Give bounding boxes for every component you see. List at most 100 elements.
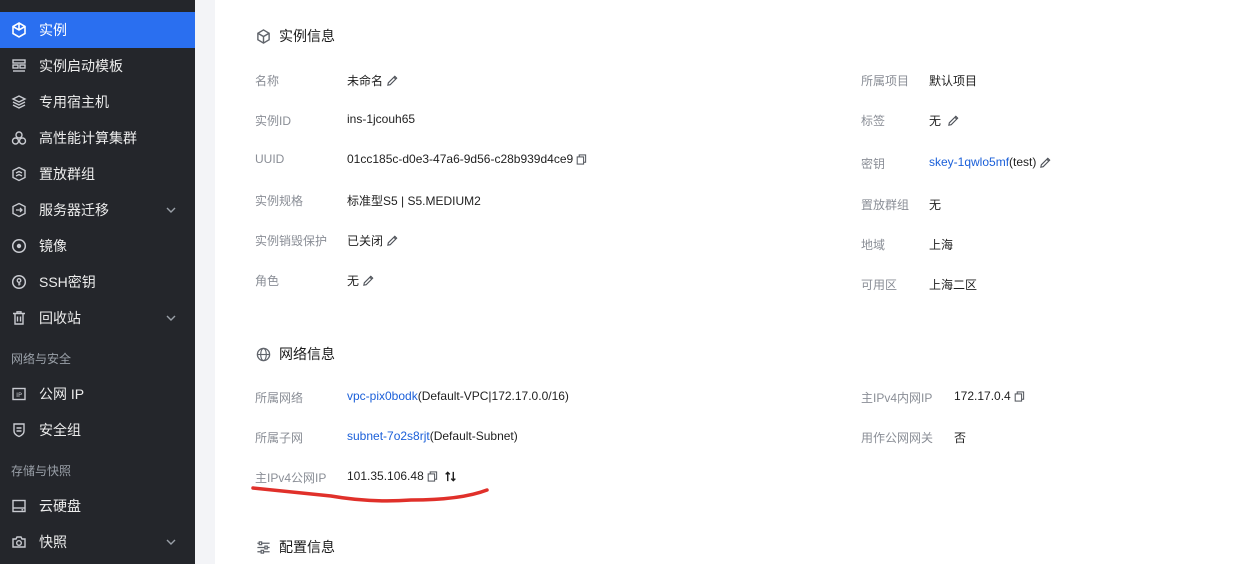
- termination-protection-value: 已关闭: [347, 234, 384, 248]
- field-value-uuid: 01cc185c-d0e3-47a6-9d56-c28b939d4ce9: [347, 152, 587, 166]
- sidebar-item-placement-group[interactable]: 置放群组: [0, 156, 195, 192]
- cluster-icon: [10, 129, 28, 147]
- uuid-value: 01cc185c-d0e3-47a6-9d56-c28b939d4ce9: [347, 152, 574, 166]
- subnet-link[interactable]: subnet-7o2s8rjt: [347, 429, 430, 443]
- placement-group-value: 无: [929, 198, 942, 212]
- sidebar-item-label: 高性能计算集群: [39, 130, 137, 146]
- edit-icon[interactable]: [1039, 156, 1052, 169]
- name-value: 未命名: [347, 74, 384, 88]
- sidebar-item-label: 实例启动模板: [39, 58, 123, 74]
- sidebar-item-cloud-disk[interactable]: 云硬盘: [0, 488, 195, 524]
- instance-id-value: ins-1jcouh65: [347, 112, 416, 126]
- disk-icon: [10, 497, 28, 515]
- section-title-text: 配置信息: [279, 539, 335, 555]
- nav-group-storage-snapshot: 存储与快照: [11, 464, 72, 478]
- svg-text:IP: IP: [16, 391, 22, 399]
- chevron-down-icon[interactable]: [165, 203, 177, 221]
- field-label-vpc: 所属网络: [255, 391, 304, 405]
- template-icon: [10, 57, 28, 75]
- field-value-placement-group: 无: [929, 196, 941, 213]
- ip-icon: IP: [10, 385, 28, 403]
- edit-icon[interactable]: [386, 234, 399, 247]
- sidebar-item-launch-template[interactable]: 实例启动模板: [0, 48, 195, 84]
- globe-icon: [255, 346, 271, 362]
- field-label-instance-id: 实例ID: [255, 114, 292, 128]
- copy-icon[interactable]: [1014, 390, 1025, 402]
- cube-icon: [255, 28, 271, 44]
- ssh-key-link[interactable]: skey-1qwlo5mf: [929, 155, 1009, 169]
- sidebar-item-label: 快照: [39, 534, 67, 550]
- sidebar-item-label: 公网 IP: [39, 386, 85, 402]
- sidebar-item-security-group[interactable]: 安全组: [0, 412, 195, 448]
- shield-icon: [10, 421, 28, 439]
- migrate-icon: [10, 201, 28, 219]
- sidebar-item-label: 云硬盘: [39, 498, 81, 514]
- red-annotation-underline: [251, 486, 489, 503]
- section-network-info: 网络信息: [255, 344, 335, 364]
- sidebar-item-hpc-cluster[interactable]: 高性能计算集群: [0, 120, 195, 156]
- sidebar-item-label: SSH密钥: [39, 274, 96, 290]
- zone-value: 上海二区: [929, 278, 978, 292]
- field-value-vpc: vpc-pix0bodk (Default-VPC|172.17.0.0/16): [347, 389, 569, 403]
- sidebar-item-server-migration[interactable]: 服务器迁移: [0, 192, 195, 228]
- field-value-public-gateway: 否: [954, 429, 966, 446]
- field-value-ssh-key: skey-1qwlo5mf (test): [929, 155, 1052, 169]
- edit-icon[interactable]: [362, 274, 375, 287]
- public-gateway-value: 否: [954, 431, 967, 445]
- sidebar-item-instance[interactable]: 实例: [0, 12, 195, 48]
- field-label-zone: 可用区: [861, 278, 898, 292]
- sidebar-item-label: 镜像: [39, 238, 67, 254]
- chevron-down-icon[interactable]: [165, 311, 177, 329]
- role-value: 无: [347, 274, 360, 288]
- sidebar-item-public-ip[interactable]: IP 公网 IP: [0, 376, 195, 412]
- sidebar-item-label: 回收站: [39, 310, 81, 326]
- field-label-subnet: 所属子网: [255, 431, 304, 445]
- cube-icon: [10, 21, 28, 39]
- chevron-down-icon[interactable]: [165, 535, 177, 553]
- sidebar-item-ssh-key[interactable]: SSH密钥: [0, 264, 195, 300]
- nav-group-network-security: 网络与安全: [11, 352, 72, 366]
- field-value-name: 未命名: [347, 72, 399, 89]
- field-value-region: 上海: [929, 236, 953, 253]
- edit-icon[interactable]: [386, 74, 399, 87]
- sidebar-item-snapshot[interactable]: 快照: [0, 524, 195, 560]
- field-label-project: 所属项目: [861, 74, 910, 88]
- field-label-instance-type: 实例规格: [255, 194, 304, 208]
- sidebar-item-label: 专用宿主机: [39, 94, 109, 110]
- field-value-termination-protection: 已关闭: [347, 232, 399, 249]
- field-label-termination-protection: 实例销毁保护: [255, 234, 328, 248]
- copy-icon[interactable]: [576, 153, 587, 165]
- field-label-name: 名称: [255, 74, 280, 88]
- edit-icon[interactable]: [947, 114, 960, 127]
- field-label-region: 地域: [861, 238, 886, 252]
- field-value-tags: 无: [929, 112, 960, 129]
- sidebar-item-label: 实例: [39, 22, 67, 38]
- instance-type-value: 标准型S5 | S5.MEDIUM2: [347, 194, 481, 208]
- sidebar-item-dedicated-host[interactable]: 专用宿主机: [0, 84, 195, 120]
- field-label-role: 角色: [255, 274, 280, 288]
- field-value-instance-id: ins-1jcouh65: [347, 112, 415, 126]
- section-config-info: 配置信息: [255, 537, 335, 557]
- disc-icon: [10, 237, 28, 255]
- field-label-private-ipv4: 主IPv4内网IP: [861, 391, 933, 405]
- private-ip-value: 172.17.0.4: [954, 389, 1011, 403]
- field-label-uuid: UUID: [255, 152, 285, 166]
- tags-value: 无: [929, 114, 942, 128]
- vpc-detail: (Default-VPC|172.17.0.0/16): [417, 389, 569, 403]
- trash-icon: [10, 309, 28, 327]
- field-value-zone: 上海二区: [929, 276, 977, 293]
- camera-icon: [10, 533, 28, 551]
- field-label-tags: 标签: [861, 114, 886, 128]
- sidebar-item-recycle-bin[interactable]: 回收站: [0, 300, 195, 336]
- field-value-role: 无: [347, 272, 375, 289]
- key-icon: [10, 273, 28, 291]
- sidebar-item-image[interactable]: 镜像: [0, 228, 195, 264]
- field-value-project: 默认项目: [929, 72, 977, 89]
- vpc-link[interactable]: vpc-pix0bodk: [347, 389, 418, 403]
- ssh-key-name: (test): [1009, 155, 1037, 169]
- field-label-public-gateway: 用作公网网关: [861, 431, 934, 445]
- field-value-instance-type: 标准型S5 | S5.MEDIUM2: [347, 192, 481, 209]
- subnet-detail: (Default-Subnet): [429, 429, 518, 443]
- sidebar: 实例 实例启动模板 专用宿主机 高性能计算集群 置放群组 服务器迁移 镜像 SS…: [0, 0, 195, 564]
- project-value: 默认项目: [929, 74, 978, 88]
